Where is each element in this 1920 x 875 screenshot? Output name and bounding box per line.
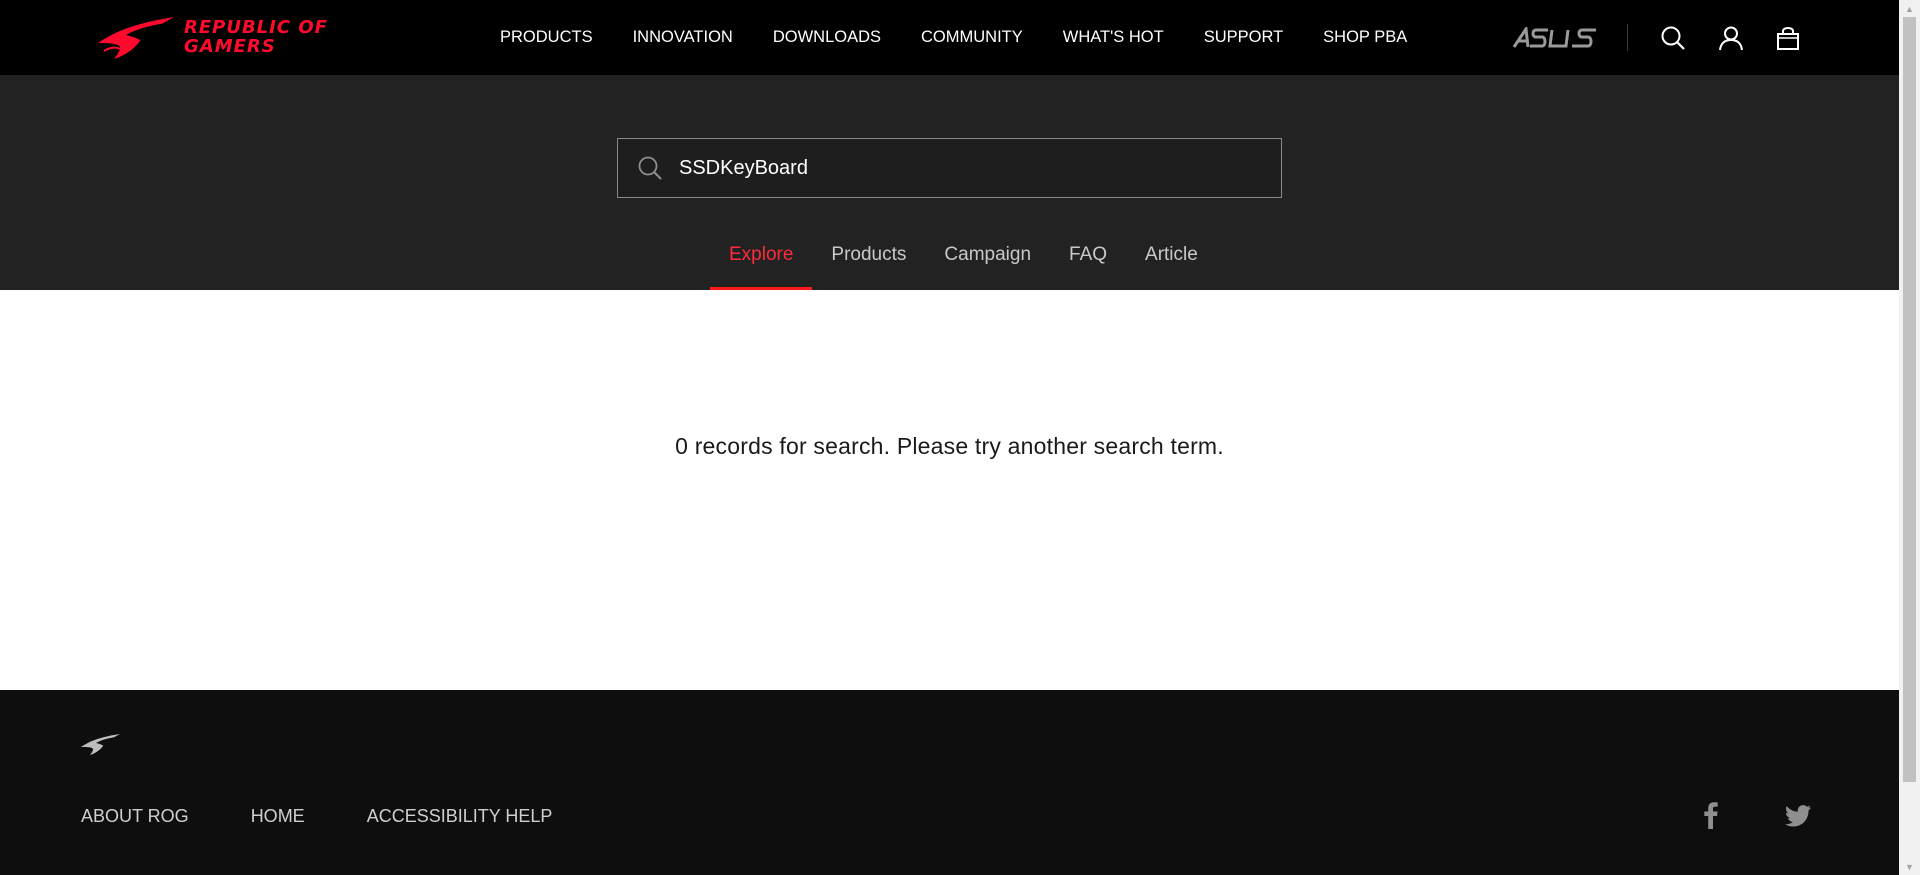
search-field-icon — [637, 155, 663, 181]
scroll-thumb[interactable] — [1903, 17, 1916, 782]
logo-text-line2: GAMERS — [184, 36, 276, 57]
logo-text-line1: REPUBLIC OF — [184, 17, 328, 38]
scroll-up-arrow-icon[interactable]: ▲ — [1899, 0, 1920, 17]
search-input[interactable] — [677, 148, 1281, 188]
nav-innovation[interactable]: INNOVATION — [633, 28, 733, 47]
nav-support[interactable]: SUPPORT — [1204, 28, 1283, 47]
rog-logo[interactable]: REPUBLIC OF GAMERS — [96, 13, 346, 61]
asus-logo[interactable] — [1512, 24, 1600, 49]
no-results-message: 0 records for search. Please try another… — [675, 433, 1224, 459]
user-icon[interactable] — [1718, 25, 1744, 51]
facebook-icon[interactable] — [1696, 800, 1726, 830]
nav-whats-hot[interactable]: WHAT'S HOT — [1063, 28, 1164, 47]
scroll-down-arrow-icon[interactable]: ▼ — [1899, 858, 1920, 875]
rog-logo-text: REPUBLIC OF GAMERS — [176, 18, 328, 56]
search-box[interactable] — [617, 138, 1282, 198]
nav-shop-pba[interactable]: SHOP PBA — [1323, 28, 1407, 47]
tab-faq[interactable]: FAQ — [1050, 230, 1126, 290]
result-tabs: Explore Products Campaign FAQ Article — [710, 230, 1217, 290]
results-area: 0 records for search. Please try another… — [0, 290, 1899, 690]
search-band: Explore Products Campaign FAQ Article — [0, 75, 1899, 290]
rog-eye-icon — [98, 17, 174, 59]
vertical-scrollbar[interactable]: ▲ ▼ — [1899, 0, 1920, 875]
footer-rog-logo[interactable] — [80, 732, 122, 756]
footer: ABOUT ROG HOME ACCESSIBILITY HELP — [0, 690, 1899, 875]
main-nav: PRODUCTS INNOVATION DOWNLOADS COMMUNITY … — [500, 0, 1407, 75]
tab-article[interactable]: Article — [1126, 230, 1217, 290]
tab-products[interactable]: Products — [812, 230, 925, 290]
top-header: REPUBLIC OF GAMERS PRODUCTS INNOVATION D… — [0, 0, 1899, 75]
nav-products[interactable]: PRODUCTS — [500, 28, 593, 47]
tab-explore[interactable]: Explore — [710, 230, 813, 290]
twitter-icon[interactable] — [1783, 800, 1813, 830]
page: REPUBLIC OF GAMERS PRODUCTS INNOVATION D… — [0, 0, 1899, 875]
search-icon[interactable] — [1660, 25, 1686, 51]
nav-community[interactable]: COMMUNITY — [921, 28, 1023, 47]
footer-links: ABOUT ROG HOME ACCESSIBILITY HELP — [81, 806, 614, 827]
nav-downloads[interactable]: DOWNLOADS — [773, 28, 881, 47]
footer-link-accessibility-help[interactable]: ACCESSIBILITY HELP — [367, 806, 553, 827]
shopping-bag-icon[interactable] — [1775, 25, 1801, 51]
footer-link-about-rog[interactable]: ABOUT ROG — [81, 806, 189, 827]
tab-campaign[interactable]: Campaign — [925, 230, 1050, 290]
footer-link-home[interactable]: HOME — [251, 806, 305, 827]
header-divider — [1627, 24, 1628, 51]
